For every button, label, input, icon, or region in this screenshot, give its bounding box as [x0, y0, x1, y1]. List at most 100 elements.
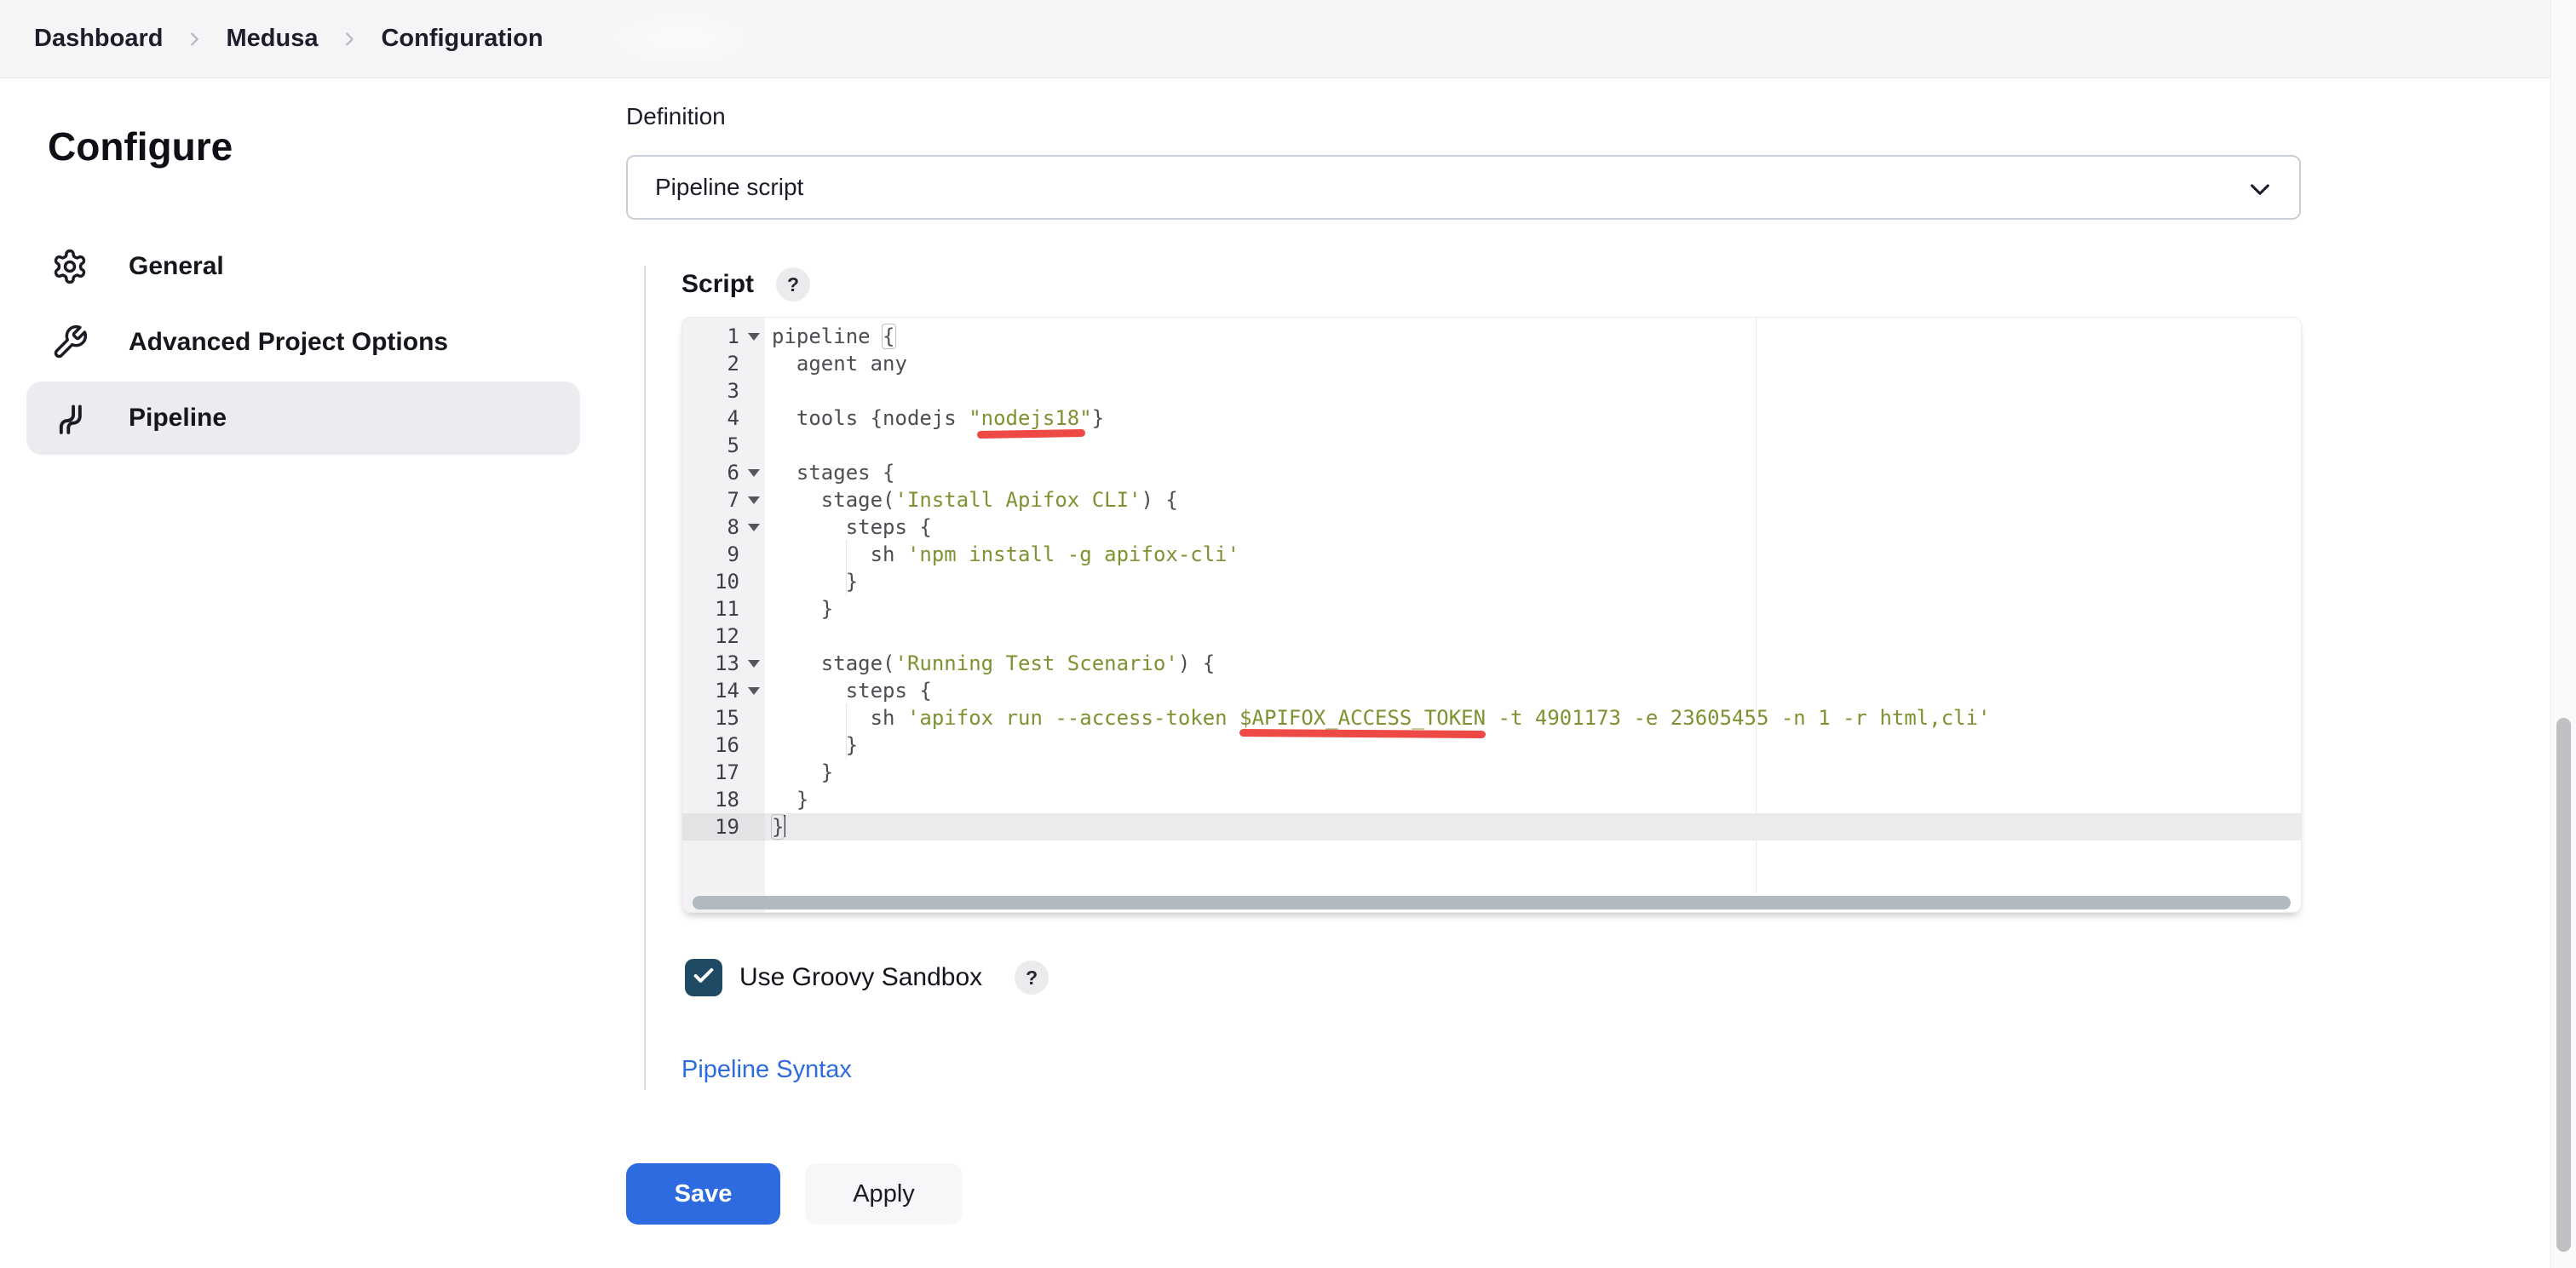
text-cursor [784, 815, 785, 837]
save-button[interactable]: Save [626, 1163, 780, 1225]
code-string: 'Running Test Scenario' [895, 651, 1178, 675]
breadcrumb-item-medusa[interactable]: Medusa [226, 25, 318, 53]
pipeline-script-editor[interactable]: 12345678910111213141516171819 pipeline {… [681, 317, 2302, 913]
code-text: pipeline [772, 324, 883, 348]
line-number: 5 [682, 432, 765, 459]
editor-print-margin [1756, 318, 1757, 893]
top-bar: Dashboard Medusa Configuration [0, 0, 2576, 78]
code-line-13: stage('Running Test Scenario') { [765, 650, 1215, 677]
code-text: stage( [772, 488, 895, 512]
code-text: agent any [772, 352, 907, 376]
line-number: 18 [682, 786, 765, 813]
line-number: 12 [682, 623, 765, 650]
fold-arrow-icon[interactable] [748, 524, 760, 531]
code-line-11: } [765, 595, 833, 623]
line-number: 6 [682, 459, 765, 486]
definition-select[interactable]: Pipeline script [626, 155, 2301, 220]
active-line-highlight [765, 813, 2301, 841]
chevron-right-icon [340, 30, 359, 49]
checkmark-icon [692, 964, 716, 992]
line-number: 10 [682, 568, 765, 595]
line-number: 8 [682, 514, 765, 541]
code-text: tools {nodejs [772, 406, 969, 430]
page-scrollbar-track [2550, 0, 2576, 1268]
code-string: 'apifox run --access-token $APIFOX_ACCES… [907, 706, 1991, 730]
pipeline-syntax-link[interactable]: Pipeline Syntax [681, 1056, 852, 1084]
code-line-9: sh 'npm install -g apifox-cli' [765, 541, 1239, 568]
code-line-8: steps { [765, 514, 932, 541]
sidebar-item-label: Pipeline [129, 404, 227, 433]
wrench-icon [51, 324, 89, 361]
line-number: 15 [682, 704, 765, 732]
line-number: 13 [682, 650, 765, 677]
code-text: steps { [772, 679, 932, 703]
sidebar-item-advanced-project-options[interactable]: Advanced Project Options [26, 306, 580, 379]
code-line-12 [765, 623, 772, 650]
jenkins-configure-page: Dashboard Medusa Configuration Configure G… [0, 0, 2576, 1268]
definition-label: Definition [626, 103, 726, 130]
fold-arrow-icon[interactable] [748, 333, 760, 341]
sidebar-item-general[interactable]: General [26, 230, 580, 303]
code-line-14: steps { [765, 677, 932, 704]
code-text: } [772, 760, 833, 784]
code-line-1: pipeline { [765, 323, 895, 350]
code-line-10: } [765, 568, 858, 595]
breadcrumb: Dashboard Medusa Configuration [34, 0, 543, 77]
code-line-2: agent any [765, 350, 907, 377]
code-text: ) { [1141, 488, 1177, 512]
line-number: 16 [682, 732, 765, 759]
red-annotation-underline [977, 429, 1085, 439]
groovy-sandbox-help-icon[interactable]: ? [1015, 961, 1049, 995]
line-number: 1 [682, 323, 765, 350]
code-text: } [1092, 406, 1104, 430]
fold-arrow-icon[interactable] [748, 660, 760, 668]
gear-icon [51, 248, 89, 285]
code-text: { [883, 324, 894, 348]
code-text: sh [772, 542, 907, 566]
groovy-sandbox-checkbox[interactable] [685, 959, 722, 996]
editor-horizontal-scrollbar[interactable] [693, 896, 2291, 909]
code-line-17: } [765, 759, 833, 786]
line-number: 3 [682, 377, 765, 404]
code-text: } [772, 570, 858, 594]
code-text: } [772, 815, 784, 839]
code-line-16: } [765, 732, 858, 759]
code-line-7: stage('Install Apifox CLI') { [765, 486, 1178, 514]
code-string: 'Install Apifox CLI' [895, 488, 1141, 512]
code-text: ) { [1178, 651, 1215, 675]
sidebar-item-label: Advanced Project Options [129, 328, 448, 357]
chevron-right-icon [185, 30, 204, 49]
definition-selected-value: Pipeline script [655, 174, 803, 201]
code-text: stages { [772, 461, 895, 485]
line-number: 2 [682, 350, 765, 377]
script-help-icon[interactable]: ? [776, 267, 810, 301]
section-indent-rule [644, 266, 646, 1090]
fold-arrow-icon[interactable] [748, 496, 760, 504]
line-number: 7 [682, 486, 765, 514]
red-annotation-underline [1239, 729, 1486, 738]
fold-arrow-icon[interactable] [748, 687, 760, 695]
sidebar-item-pipeline[interactable]: Pipeline [26, 382, 580, 455]
code-text: sh [772, 706, 907, 730]
code-text: } [772, 733, 858, 757]
fold-arrow-icon[interactable] [748, 469, 760, 477]
line-number: 9 [682, 541, 765, 568]
breadcrumb-item-dashboard[interactable]: Dashboard [34, 25, 163, 53]
editor-gutter: 12345678910111213141516171819 [682, 318, 765, 912]
code-text: steps { [772, 515, 932, 539]
code-line-4: tools {nodejs "nodejs18"} [765, 404, 1104, 432]
line-number: 17 [682, 759, 765, 786]
code-line-6: stages { [765, 459, 895, 486]
code-line-3 [765, 377, 772, 404]
page-title: Configure [48, 123, 233, 169]
line-number: 19 [682, 813, 765, 841]
code-string: 'npm install -g apifox-cli' [907, 542, 1239, 566]
code-line-15: sh 'apifox run --access-token $APIFOX_AC… [765, 704, 1990, 732]
apply-button[interactable]: Apply [805, 1163, 963, 1225]
script-label: Script [681, 270, 754, 299]
page-scrollbar-thumb[interactable] [2556, 718, 2571, 1252]
code-text: } [772, 597, 833, 621]
breadcrumb-item-configuration[interactable]: Configuration [381, 25, 543, 53]
code-line-18: } [765, 786, 808, 813]
code-string: "nodejs18" [969, 406, 1092, 430]
